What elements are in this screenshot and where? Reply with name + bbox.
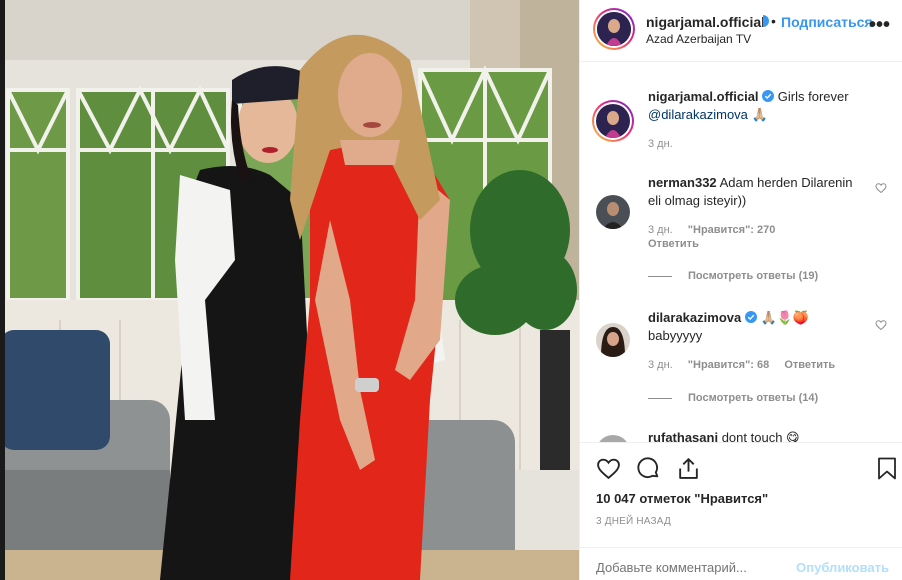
comment-time[interactable]: 3 дн. <box>648 224 673 236</box>
commenter-avatar[interactable] <box>596 195 630 229</box>
verified-badge-icon <box>757 14 769 30</box>
post-sidebar: nigarjamal.official • Подписаться Azad A… <box>579 0 902 580</box>
post-location[interactable]: Azad Azerbaijan TV <box>646 32 751 46</box>
comment-text: dilarakazimova 🙏🏼🌷🍑 babyyyyy <box>648 309 868 345</box>
comment-time[interactable]: 3 дн. <box>648 359 673 371</box>
caption-emoji: 🙏🏼 <box>751 107 768 122</box>
add-comment-bar: Опубликовать <box>580 547 902 580</box>
caption-meta: 3 дн. <box>648 138 685 150</box>
caption-body: Girls forever <box>777 89 849 104</box>
verified-badge-icon <box>744 311 757 323</box>
caption-time[interactable]: 3 дн. <box>648 138 673 150</box>
heart-icon[interactable] <box>596 456 621 481</box>
view-replies-label: Посмотреть ответы (14) <box>688 392 819 404</box>
comment-likes[interactable]: "Нравится": 68 <box>688 359 769 371</box>
reply-button[interactable]: Ответить <box>784 359 835 371</box>
post-date[interactable]: 3 ДНЕЙ НАЗАД <box>596 516 671 527</box>
share-icon[interactable] <box>676 456 701 481</box>
comment-meta: 3 дн. "Нравится": 68 Ответить <box>648 359 847 371</box>
more-options-icon[interactable]: ••• <box>869 15 890 35</box>
comment-text: nerman332 Adam herden Dilarenin eli olma… <box>648 174 868 210</box>
divider <box>648 397 672 399</box>
bookmark-icon[interactable] <box>876 456 898 481</box>
publish-button[interactable]: Опубликовать <box>796 560 889 575</box>
author-username[interactable]: nigarjamal.official <box>646 14 765 30</box>
comment-text: rufathasani dont touch 😋 <box>648 429 868 442</box>
comment-likes[interactable]: "Нравится": 270 <box>688 224 776 236</box>
divider <box>648 275 672 277</box>
commenter-avatar[interactable] <box>596 323 630 357</box>
comment-icon[interactable] <box>636 456 661 481</box>
caption-text: nigarjamal.official Girls forever @dilar… <box>648 88 888 124</box>
like-comment-icon[interactable] <box>875 182 887 194</box>
comment-body: dont touch 😋 <box>721 430 800 442</box>
comments-list[interactable]: nigarjamal.official Girls forever @dilar… <box>580 62 902 442</box>
comment-meta: 3 дн. "Нравится": 270 <box>648 224 787 236</box>
comment-username[interactable]: nerman332 <box>648 175 717 190</box>
caption-mention-link[interactable]: @dilarakazimova <box>648 107 748 122</box>
like-comment-icon[interactable] <box>875 319 887 331</box>
post-photo[interactable] <box>0 0 579 580</box>
comment-body: babyyyyy <box>648 328 703 343</box>
comment-emojis: 🙏🏼🌷🍑 <box>760 310 810 325</box>
reply-button[interactable]: Ответить <box>648 238 699 250</box>
view-replies-label: Посмотреть ответы (19) <box>688 270 819 282</box>
commenter-avatar[interactable] <box>596 435 630 442</box>
follow-button[interactable]: Подписаться <box>781 14 873 30</box>
comment-username[interactable]: dilarakazimova <box>648 310 741 325</box>
comment-username[interactable]: rufathasani <box>648 430 718 442</box>
view-replies-button[interactable]: Посмотреть ответы (14) <box>648 392 818 404</box>
separator-dot: • <box>771 13 776 29</box>
view-replies-button[interactable]: Посмотреть ответы (19) <box>648 270 818 282</box>
comment-input[interactable] <box>596 560 796 575</box>
author-avatar[interactable] <box>593 8 635 50</box>
likes-count[interactable]: 10 047 отметок "Нравится" <box>596 491 768 506</box>
photo-illustration <box>0 0 579 580</box>
post-header: nigarjamal.official • Подписаться Azad A… <box>580 0 902 62</box>
caption-username[interactable]: nigarjamal.official <box>648 89 759 104</box>
caption-avatar[interactable] <box>592 100 634 142</box>
post-actions: 10 047 отметок "Нравится" 3 ДНЕЙ НАЗАД О… <box>580 442 902 580</box>
verified-badge-icon <box>762 90 775 102</box>
